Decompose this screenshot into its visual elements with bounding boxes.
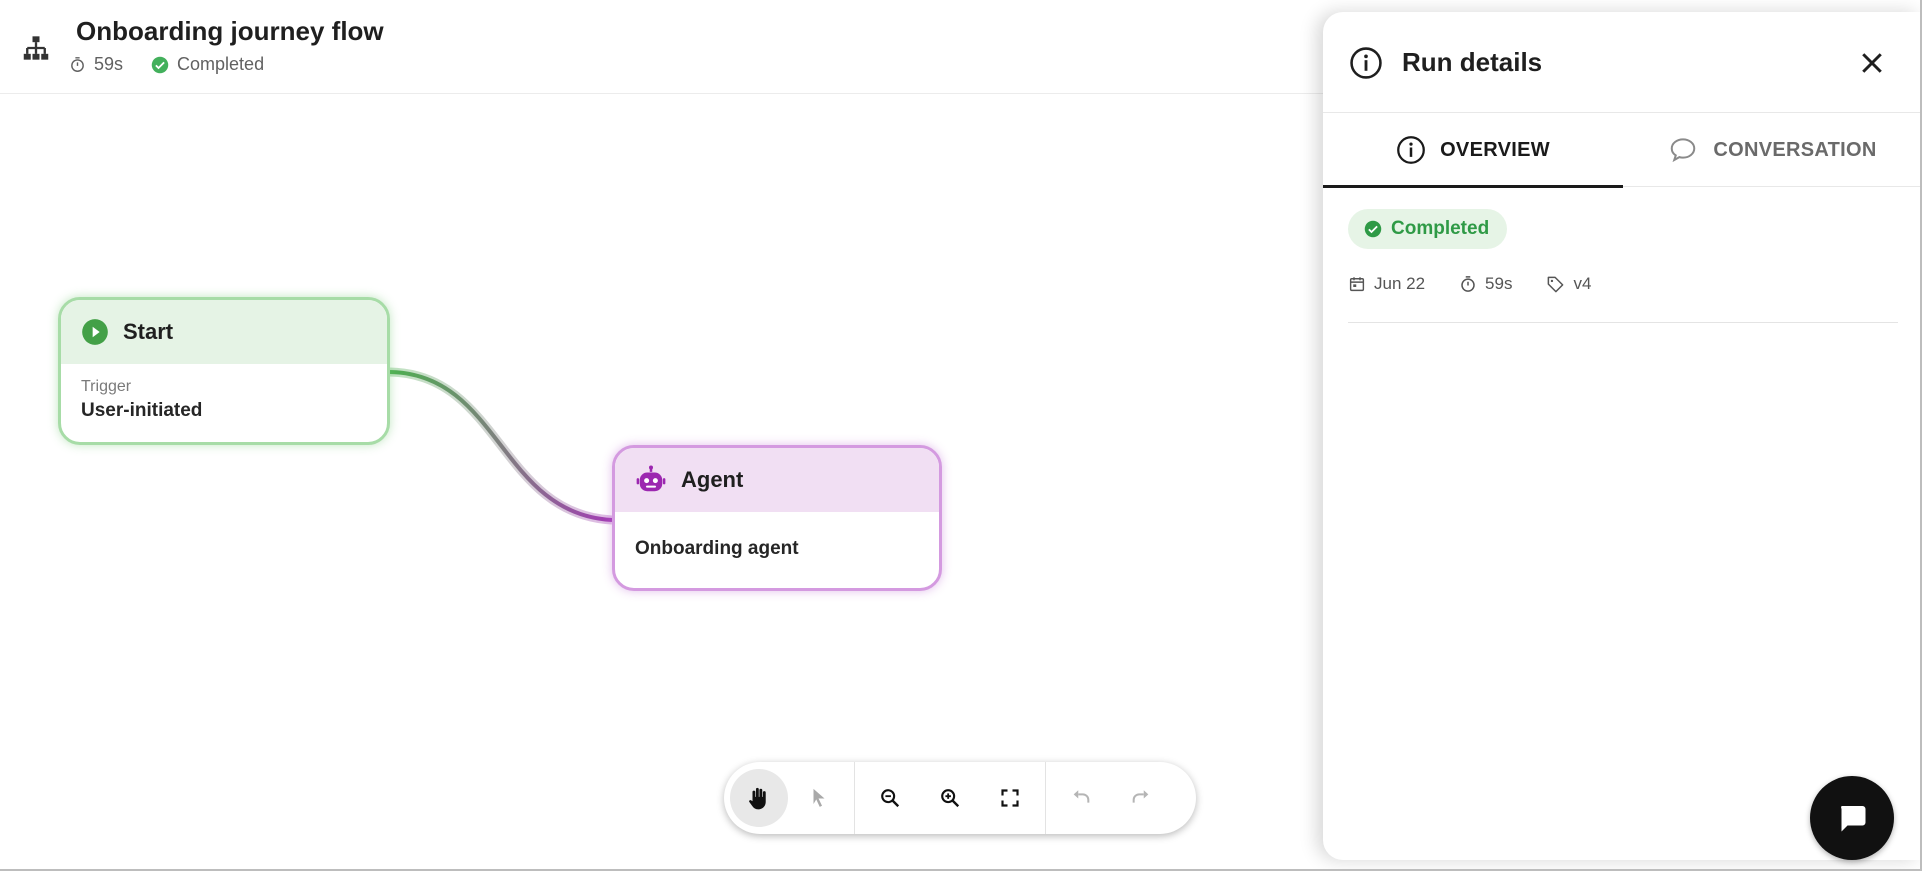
tag-icon bbox=[1548, 276, 1564, 292]
check-circle-icon bbox=[151, 56, 169, 73]
trigger-label: Trigger bbox=[81, 378, 132, 395]
play-circle-icon bbox=[82, 319, 108, 345]
run-date: Jun 22 bbox=[1374, 274, 1426, 293]
run-meta: 59s Completed bbox=[69, 54, 264, 75]
tab-conversation[interactable]: CONVERSATION bbox=[1623, 113, 1920, 187]
agent-node-header: Agent bbox=[615, 448, 939, 512]
chat-icon bbox=[1841, 806, 1866, 832]
zoom-out-button[interactable] bbox=[861, 769, 919, 827]
hand-icon bbox=[749, 787, 766, 810]
run-duration: 59s bbox=[94, 54, 124, 74]
tab-overview[interactable]: OVERVIEW bbox=[1323, 113, 1623, 188]
start-node-header: Start bbox=[61, 300, 387, 364]
status-badge: Completed bbox=[1348, 209, 1508, 249]
zoom-out-icon bbox=[881, 789, 900, 808]
agent-node-body: Onboarding agent bbox=[615, 512, 939, 560]
agent-name: Onboarding agent bbox=[635, 538, 799, 559]
close-icon[interactable] bbox=[1857, 48, 1887, 78]
redo-button[interactable] bbox=[1112, 769, 1170, 827]
page-title: Onboarding journey flow bbox=[76, 16, 384, 46]
run-duration-detail: 59s bbox=[1485, 274, 1513, 293]
run-info-row: Jun 22 59s v4 bbox=[1348, 274, 1591, 294]
app-window: Onboarding journey flow 59s Completed St… bbox=[0, 0, 1922, 871]
chat-fab-button[interactable] bbox=[1810, 776, 1894, 860]
panel-header: Run details bbox=[1323, 12, 1920, 113]
select-tool-button[interactable] bbox=[790, 769, 848, 827]
info-icon bbox=[1397, 136, 1425, 164]
zoom-in-icon bbox=[941, 789, 960, 808]
undo-icon bbox=[1073, 790, 1090, 803]
agent-node[interactable]: Agent Onboarding agent bbox=[612, 445, 942, 591]
check-circle-icon bbox=[1364, 220, 1382, 238]
panel-tabs: OVERVIEW CONVERSATION bbox=[1323, 113, 1920, 188]
canvas-toolbar bbox=[724, 762, 1196, 834]
tab-active-indicator bbox=[1323, 185, 1623, 188]
calendar-icon bbox=[1349, 277, 1365, 292]
timer-icon bbox=[1461, 276, 1475, 292]
pointer-icon bbox=[813, 788, 825, 807]
agent-node-title: Agent bbox=[681, 467, 744, 492]
panel-divider bbox=[1348, 322, 1898, 323]
flow-header: Onboarding journey flow 59s Completed bbox=[0, 0, 1330, 94]
chat-bubble-icon bbox=[1671, 138, 1696, 163]
zoom-in-button[interactable] bbox=[921, 769, 979, 827]
start-node-title: Start bbox=[123, 319, 174, 344]
trigger-value: User-initiated bbox=[81, 400, 203, 421]
timer-icon bbox=[71, 57, 84, 72]
fit-view-button[interactable] bbox=[981, 769, 1039, 827]
fullscreen-icon bbox=[1001, 789, 1019, 807]
redo-icon bbox=[1132, 790, 1149, 803]
undo-button[interactable] bbox=[1052, 769, 1110, 827]
run-status: Completed bbox=[177, 54, 265, 74]
tab-overview-label: OVERVIEW bbox=[1440, 138, 1550, 161]
run-details-panel: Run details OVERVIEW CONVERSATION Comple… bbox=[1323, 12, 1920, 860]
info-icon bbox=[1350, 47, 1382, 79]
panel-title: Run details bbox=[1402, 47, 1543, 77]
pan-tool-button[interactable] bbox=[730, 769, 788, 827]
flow-canvas[interactable]: Start Trigger User-initiated Agent Onboa… bbox=[0, 94, 1330, 869]
start-node-body: Trigger User-initiated bbox=[61, 364, 387, 422]
run-version: v4 bbox=[1573, 274, 1592, 293]
status-badge-label: Completed bbox=[1391, 218, 1490, 239]
tab-conversation-label: CONVERSATION bbox=[1713, 138, 1877, 161]
start-node[interactable]: Start Trigger User-initiated bbox=[58, 297, 390, 445]
robot-icon bbox=[636, 465, 666, 492]
sitemap-icon bbox=[23, 36, 49, 60]
